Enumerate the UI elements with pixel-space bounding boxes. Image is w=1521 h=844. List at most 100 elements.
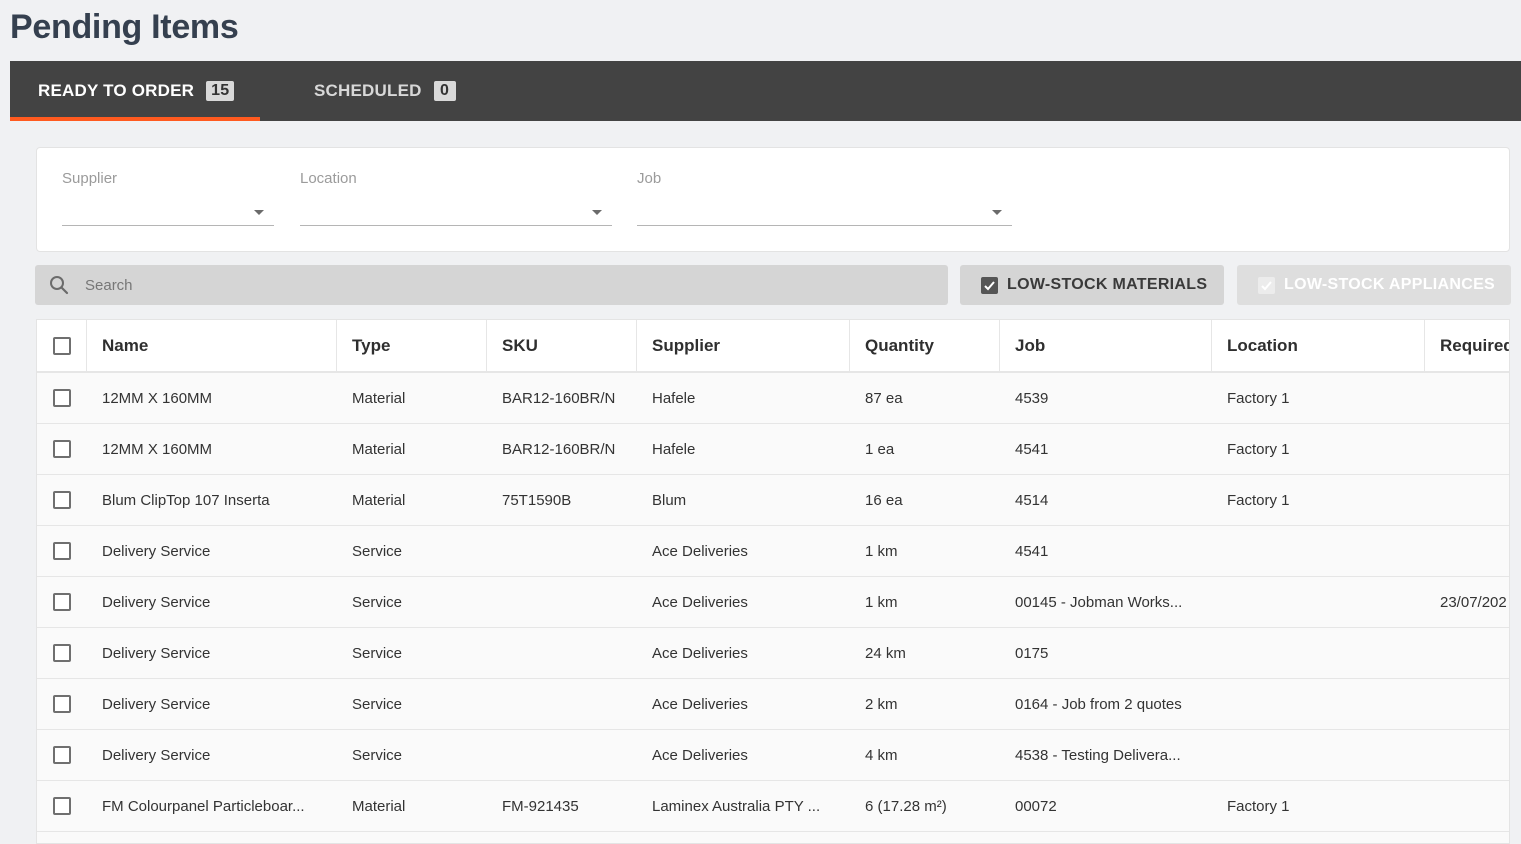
cell-job: 0175 [1015, 644, 1049, 662]
row-select-cell [37, 373, 87, 423]
cell-required [1425, 730, 1509, 780]
cell-sku [487, 628, 637, 678]
row-select-cell [37, 475, 87, 525]
cell-name: Delivery Service [102, 695, 211, 713]
table-header: Name Type SKU Supplier Quantity Job Loca… [37, 320, 1509, 373]
table-row[interactable]: Delivery Service Service Ace Deliveries 24 … [37, 628, 1509, 679]
row-checkbox[interactable] [53, 797, 71, 815]
tab-ready-to-order[interactable]: READY TO ORDER 15 [10, 61, 260, 121]
row-checkbox[interactable] [53, 389, 71, 407]
cell-sku: BAR12-160BR/N [502, 389, 616, 407]
column-header-required[interactable]: Required [1425, 320, 1509, 371]
cell-name: Delivery Service [102, 644, 211, 662]
column-header-quantity[interactable]: Quantity [850, 320, 1000, 371]
column-header-type[interactable]: Type [337, 320, 487, 371]
job-filter-label: Job [637, 170, 662, 187]
row-checkbox[interactable] [53, 695, 71, 713]
cell-quantity: 24 km [865, 644, 906, 662]
row-checkbox[interactable] [53, 440, 71, 458]
location-select[interactable] [300, 200, 612, 226]
cell-quantity: 1 ea [865, 440, 895, 458]
cell-location [1212, 628, 1425, 678]
cell-required [1425, 628, 1509, 678]
cell-job: 4514 [1015, 491, 1049, 509]
select-all-checkbox[interactable] [53, 336, 71, 355]
row-select-cell [37, 781, 87, 831]
cell-required [1425, 526, 1509, 576]
checkbox-checked-icon [981, 276, 998, 294]
cell-type: Service [352, 542, 403, 560]
cell-type: Service [352, 644, 403, 662]
cell-required [1425, 679, 1509, 729]
checkbox-checked-icon [1258, 276, 1275, 294]
cell-job: 4541 [1015, 542, 1049, 560]
table-row[interactable]: Delivery Service Service Ace Deliveries 4 k… [37, 730, 1509, 781]
cell-supplier: Ace Deliveries [652, 695, 748, 713]
tab-label: SCHEDULED [314, 81, 422, 100]
column-header-location[interactable]: Location [1212, 320, 1425, 371]
column-header-job[interactable]: Job [1000, 320, 1212, 371]
table-row[interactable]: Delivery Service Service Ace Deliveries 1 k… [37, 577, 1509, 628]
select-all-cell [37, 320, 87, 371]
table-row[interactable]: 12MM X 160MM Material BAR12-160BR/N Hafele 8… [37, 373, 1509, 424]
row-select-cell [37, 730, 87, 780]
cell-location: Factory 1 [1227, 491, 1290, 509]
cell-name: Delivery Service [102, 746, 211, 764]
tab-scheduled[interactable]: SCHEDULED 0 [314, 61, 456, 121]
cell-quantity: 16 ea [865, 491, 903, 509]
cell-type: Service [352, 593, 403, 611]
low-stock-appliances-label: LOW-STOCK APPLIANCES [1284, 276, 1496, 293]
cell-location [1212, 526, 1425, 576]
row-checkbox[interactable] [53, 542, 71, 560]
column-header-supplier[interactable]: Supplier [637, 320, 850, 371]
tab-label: READY TO ORDER [38, 81, 195, 100]
cell-sku: BAR12-160BR/N [502, 440, 616, 458]
cell-type: Material [352, 389, 406, 407]
cell-type: Service [352, 695, 403, 713]
cell-job: 00145 - Jobman Works... [1015, 593, 1183, 611]
low-stock-appliances-toggle[interactable]: LOW-STOCK APPLIANCES [1237, 265, 1511, 305]
supplier-select[interactable] [62, 200, 274, 226]
table-row[interactable]: Blum ClipTop 107 Inserta Material 75T1590B… [37, 475, 1509, 526]
cell-type: Service [352, 746, 403, 764]
cell-job: 4541 [1015, 440, 1049, 458]
cell-sku [487, 730, 637, 780]
row-checkbox[interactable] [53, 746, 71, 764]
supplier-filter-label: Supplier [62, 170, 118, 187]
cell-required [1425, 475, 1509, 525]
row-select-cell [37, 526, 87, 576]
cell-type: Material [352, 797, 406, 815]
column-header-name[interactable]: Name [87, 320, 337, 371]
chevron-down-icon [592, 210, 602, 215]
cell-name: Blum ClipTop 107 Inserta [102, 491, 270, 509]
row-checkbox[interactable] [53, 644, 71, 662]
table-row[interactable]: 12MM X 160MM Material BAR12-160BR/N Hafele 1… [37, 424, 1509, 475]
cell-required [1425, 424, 1509, 474]
row-select-cell [37, 577, 87, 627]
table-row[interactable]: Delivery Service Service Ace Deliveries 1 k… [37, 526, 1509, 577]
table-row[interactable]: Delivery Service Service Ace Deliveries 2 k… [37, 679, 1509, 730]
table-row[interactable]: FM Colourpanel Particleboar... Material FM… [37, 781, 1509, 832]
page-title: Pending Items [10, 8, 239, 46]
cell-quantity: 1 km [865, 593, 898, 611]
cell-required [1425, 781, 1509, 831]
row-checkbox[interactable] [53, 491, 71, 509]
cell-job: 4539 [1015, 389, 1049, 407]
cell-job: 4538 - Testing Delivera... [1015, 746, 1181, 764]
low-stock-materials-toggle[interactable]: LOW-STOCK MATERIALS [960, 265, 1224, 305]
search-input[interactable] [85, 265, 925, 305]
low-stock-materials-label: LOW-STOCK MATERIALS [1007, 276, 1208, 293]
row-checkbox[interactable] [53, 593, 71, 611]
row-select-cell [37, 679, 87, 729]
tab-count-badge: 0 [433, 81, 456, 101]
cell-location [1212, 730, 1425, 780]
column-header-sku[interactable]: SKU [487, 320, 637, 371]
chevron-down-icon [992, 210, 1002, 215]
cell-quantity: 6 (17.28 m²) [865, 797, 947, 815]
cell-location: Factory 1 [1227, 389, 1290, 407]
cell-supplier: Ace Deliveries [652, 644, 748, 662]
cell-quantity: 2 km [865, 695, 898, 713]
cell-name: FM Colourpanel Particleboar... [102, 797, 305, 815]
cell-location: Factory 1 [1227, 440, 1290, 458]
job-select[interactable] [637, 200, 1012, 226]
